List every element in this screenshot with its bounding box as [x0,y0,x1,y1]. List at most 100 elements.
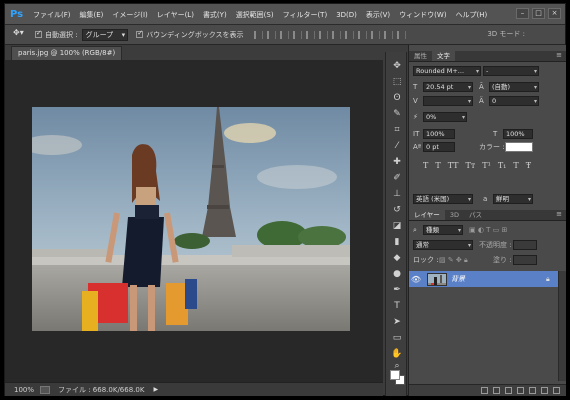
new-layer-icon[interactable] [541,387,548,394]
bounding-box-checkbox[interactable] [136,29,144,38]
underline-button[interactable]: T [513,161,518,170]
distribute-left-icon[interactable] [370,30,380,39]
layer-filter-select[interactable]: 種類 [423,225,463,235]
align-hcenter-icon[interactable] [305,30,315,39]
small-caps-button[interactable]: Tт [466,161,476,170]
history-brush-tool-icon[interactable]: ↺ [390,204,404,216]
link-layers-icon[interactable] [481,387,488,394]
font-size-field[interactable]: 20.54 pt [423,82,473,92]
menu-window[interactable]: ウィンドウ(W) [399,10,446,20]
align-bottom-icon[interactable] [279,30,289,39]
tab-3d[interactable]: 3D [445,210,464,220]
tab-character[interactable]: 文字 [432,51,455,61]
layer-name[interactable]: 背景 [451,274,546,284]
panel-menu-icon[interactable]: ≡ [556,51,562,59]
distribute-vcenter-icon[interactable] [344,30,354,39]
language-select[interactable]: 英語 (米国) [413,194,473,204]
new-group-icon[interactable] [529,387,536,394]
type-tool-icon[interactable]: T [390,300,404,312]
dodge-tool-icon[interactable]: ● [390,268,404,280]
blend-mode-select[interactable]: 通常 [413,240,473,250]
shape-tool-icon[interactable]: ▭ [390,332,404,344]
tsume-field[interactable]: 0% [423,112,467,122]
fill-field[interactable] [513,255,537,265]
document-info-icon[interactable] [40,385,50,394]
eye-icon[interactable]: 👁︎ [409,275,423,284]
menu-help[interactable]: ヘルプ(H) [456,10,488,20]
maximize-button[interactable]: □ [532,8,545,19]
faux-bold-button[interactable]: T [423,161,428,170]
move-tool-icon[interactable]: ✥▾ [13,28,35,42]
tracking-field[interactable]: 0 [489,96,539,106]
marquee-tool-icon[interactable]: ⬚ [390,76,404,88]
canvas-image[interactable] [32,107,350,331]
adjustment-layer-icon[interactable] [517,387,524,394]
auto-select-checkbox[interactable] [35,29,42,38]
tab-layers[interactable]: レイヤー [409,210,445,220]
font-style-select[interactable]: - [483,66,539,76]
move-tool-icon[interactable]: ✥ [390,60,404,72]
filter-icons[interactable]: ▣ ◐ T ▭ ⊞ [469,225,507,235]
antialias-select[interactable]: 鮮明 [493,194,533,204]
leading-field[interactable]: (自動) [489,82,539,92]
menu-image[interactable]: イメージ(I) [112,10,147,20]
close-button[interactable]: × [548,8,561,19]
eyedropper-tool-icon[interactable]: ⁄ [390,140,404,152]
canvas-area[interactable] [5,60,383,382]
align-left-icon[interactable] [292,30,302,39]
minimize-button[interactable]: – [516,8,529,19]
zoom-level[interactable]: 100% [14,386,40,394]
menu-type[interactable]: 書式(Y) [203,10,227,20]
status-menu-arrow-icon[interactable]: ▶ [153,386,158,393]
align-vcenter-icon[interactable] [266,30,276,39]
menu-filter[interactable]: フィルター(T) [283,10,328,20]
layer-style-icon[interactable] [493,387,500,394]
vertical-scale-field[interactable]: 100% [423,129,455,139]
subscript-button[interactable]: T₁ [498,161,507,170]
blur-tool-icon[interactable]: ◆ [390,252,404,264]
align-top-icon[interactable] [253,30,263,39]
layers-panel-menu-icon[interactable]: ≡ [556,210,562,218]
eraser-tool-icon[interactable]: ◪ [390,220,404,232]
layer-row-background[interactable]: 👁︎ 背景 🔒︎ [409,271,558,287]
delete-layer-icon[interactable] [553,387,560,394]
menu-view[interactable]: 表示(V) [366,10,390,20]
strikethrough-button[interactable]: Ŧ [526,161,531,170]
font-family-select[interactable]: Rounded M+... [413,66,481,76]
foreground-color-swatch[interactable] [390,370,400,380]
menu-file[interactable]: ファイル(F) [33,10,71,20]
brush-tool-icon[interactable]: ✐ [390,172,404,184]
distribute-top-icon[interactable] [331,30,341,39]
healing-brush-tool-icon[interactable]: ✚ [390,156,404,168]
layer-mask-icon[interactable] [505,387,512,394]
crop-tool-icon[interactable]: ⌗ [390,124,404,136]
path-select-tool-icon[interactable]: ➤ [390,316,404,328]
distribute-hcenter-icon[interactable] [383,30,393,39]
pen-tool-icon[interactable]: ✒ [390,284,404,296]
menu-edit[interactable]: 編集(E) [80,10,104,20]
layers-scrollbar[interactable] [558,271,566,381]
quick-select-tool-icon[interactable]: ✎ [390,108,404,120]
document-tab[interactable]: paris.jpg @ 100% (RGB/8#) [11,46,123,60]
text-color-swatch[interactable] [505,142,533,152]
hand-tool-icon[interactable]: ✋ [390,348,404,360]
lasso-tool-icon[interactable]: ʘ [390,92,404,104]
auto-select-dropdown[interactable]: グループ [81,28,129,41]
align-right-icon[interactable] [318,30,328,39]
menu-layer[interactable]: レイヤー(L) [157,10,194,20]
tab-properties[interactable]: 属性 [409,51,432,61]
gradient-tool-icon[interactable]: ▮ [390,236,404,248]
baseline-shift-field[interactable]: 0 pt [423,142,455,152]
all-caps-button[interactable]: TT [448,161,459,170]
faux-italic-button[interactable]: T [435,161,440,170]
kerning-field[interactable] [423,96,473,106]
distribute-bottom-icon[interactable] [357,30,367,39]
superscript-button[interactable]: T¹ [482,161,491,170]
tab-paths[interactable]: パス [464,210,487,220]
menu-3d[interactable]: 3D(D) [336,11,357,19]
horizontal-scale-field[interactable]: 100% [503,129,533,139]
lock-icons[interactable]: ▨ ✎ ✥ 🔒︎ [439,255,468,265]
clone-stamp-tool-icon[interactable]: ⊥ [390,188,404,200]
distribute-right-icon[interactable] [396,30,406,39]
menu-select[interactable]: 選択範囲(S) [236,10,274,20]
